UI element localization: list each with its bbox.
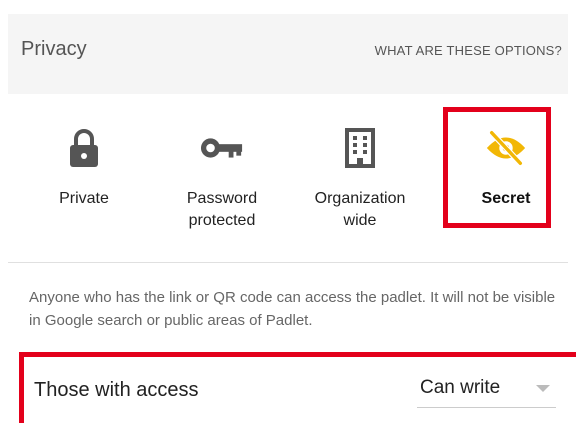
option-secret[interactable]: Secret bbox=[438, 94, 574, 262]
option-organization-wide[interactable]: Organization wide bbox=[292, 94, 428, 262]
lock-icon bbox=[62, 126, 106, 170]
option-secret-label: Secret bbox=[481, 190, 531, 207]
access-label: Those with access bbox=[34, 379, 199, 401]
privacy-panel: Privacy WHAT ARE THESE OPTIONS? Private bbox=[0, 0, 576, 423]
option-organization-wide-label: Organization wide bbox=[314, 190, 406, 229]
option-password-protected-label: Password protected bbox=[186, 190, 258, 229]
option-password-protected[interactable]: Password protected bbox=[154, 94, 290, 262]
key-icon bbox=[200, 126, 244, 170]
access-level-select[interactable]: Can write bbox=[417, 369, 556, 408]
option-private-label: Private bbox=[59, 190, 109, 207]
option-private[interactable]: Private bbox=[16, 94, 152, 262]
chevron-down-icon bbox=[536, 385, 550, 392]
privacy-options: Private Password protected Organization … bbox=[8, 94, 568, 263]
what-are-these-options-link[interactable]: WHAT ARE THESE OPTIONS? bbox=[375, 43, 562, 58]
eye-off-icon bbox=[484, 126, 528, 170]
privacy-description: Anyone who has the link or QR code can a… bbox=[29, 289, 556, 329]
building-icon bbox=[338, 126, 382, 170]
access-row: Those with access Can write bbox=[19, 352, 576, 423]
access-level-value: Can write bbox=[420, 377, 501, 398]
privacy-title: Privacy bbox=[21, 38, 87, 60]
